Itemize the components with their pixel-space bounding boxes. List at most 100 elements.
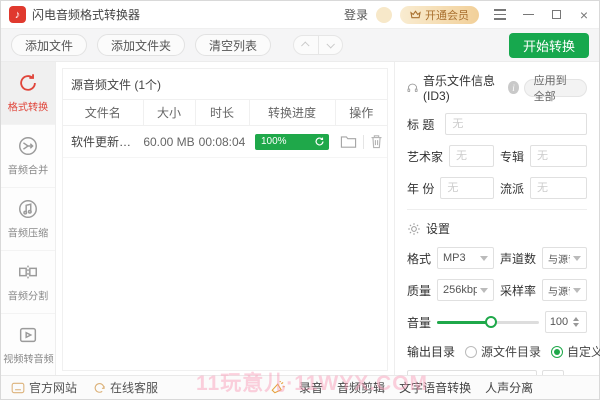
chevron-down-icon [573, 288, 581, 293]
artist-field[interactable] [449, 145, 494, 167]
maximize-icon[interactable] [549, 8, 563, 22]
output-dir-label: 输出目录 [407, 343, 455, 360]
cell-operations [335, 126, 387, 158]
col-header-filename: 文件名 [63, 100, 143, 126]
quick-link-audio-edit[interactable]: 音频剪辑 [337, 379, 385, 396]
year-field-label: 年 份 [407, 180, 434, 197]
volume-label: 音量 [407, 314, 431, 331]
window-controls: × [493, 8, 591, 22]
avatar[interactable] [376, 7, 392, 23]
headset-icon [93, 381, 106, 394]
channels-label: 声道数 [500, 250, 536, 267]
album-field[interactable] [530, 145, 587, 167]
genre-field-label: 流派 [500, 180, 524, 197]
sidebar-item-audio-merge[interactable]: 音频合并 [1, 125, 55, 188]
add-folder-button[interactable]: 添加文件夹 [97, 34, 185, 56]
online-service-link[interactable]: 在线客服 [93, 379, 158, 396]
sidebar-item-label: 格式转换 [8, 99, 48, 114]
file-list-area: 源音频文件 (1个) 文件名 大小 时长 转换进度 操作 软件更新流程.mp4 [56, 62, 394, 377]
open-folder-button[interactable] [340, 134, 357, 149]
compress-icon [17, 198, 39, 220]
format-label: 格式 [407, 250, 431, 267]
album-field-label: 专辑 [500, 148, 524, 165]
quick-link-record[interactable]: 录音 [299, 379, 323, 396]
artist-field-label: 艺术家 [407, 148, 443, 165]
app-title: 闪电音频格式转换器 [32, 6, 140, 23]
start-convert-button[interactable]: 开始转换 [509, 33, 589, 58]
year-field[interactable] [440, 177, 494, 199]
slider-handle[interactable] [485, 316, 497, 328]
volume-numbox [545, 311, 587, 333]
gear-icon [407, 222, 421, 236]
title-field[interactable] [445, 113, 587, 135]
app-logo-icon: ♪ [9, 6, 26, 23]
file-table: 文件名 大小 时长 转换进度 操作 软件更新流程.mp4 60.00 MB 00… [63, 99, 387, 158]
sidebar-item-audio-split[interactable]: 音频分割 [1, 251, 55, 314]
converting-refresh-icon [314, 136, 325, 147]
sidebar-item-label: 音频分割 [8, 288, 48, 303]
cell-filename: 软件更新流程.mp4 [63, 126, 143, 158]
video-icon [17, 324, 39, 346]
quick-link-tts[interactable]: 文字语音转换 [399, 379, 471, 396]
cell-progress: 100% [249, 126, 335, 158]
cell-duration: 00:08:04 [195, 126, 249, 158]
menu-icon[interactable] [493, 8, 507, 22]
website-icon [11, 382, 25, 394]
progress-bar: 100% [255, 134, 329, 150]
chevron-down-icon [480, 256, 488, 261]
title-field-label: 标 题 [407, 116, 439, 133]
sidebar-item-format-convert[interactable]: 格式转换 [1, 62, 55, 125]
col-header-ops: 操作 [335, 100, 387, 126]
vip-button[interactable]: 开通会员 [400, 6, 479, 24]
login-link[interactable]: 登录 [344, 6, 368, 23]
close-icon[interactable]: × [577, 8, 591, 22]
right-panel: 音乐文件信息 (ID3) i 应用到全部 标 题 艺术家 专辑 年 份 [394, 62, 599, 377]
sidebar-item-label: 音频合并 [8, 162, 48, 177]
volume-input[interactable] [546, 316, 572, 328]
sidebar-item-label: 音频压缩 [8, 225, 48, 240]
format-select[interactable]: MP3 [437, 247, 494, 269]
refresh-icon [17, 72, 39, 94]
genre-field[interactable] [530, 177, 587, 199]
channels-select[interactable]: 与源音频一致 [542, 247, 587, 269]
col-header-progress: 转换进度 [249, 100, 335, 126]
headphones-icon [407, 81, 418, 94]
settings-section-title: 设置 [426, 220, 450, 237]
volume-slider[interactable] [437, 315, 539, 329]
col-header-duration: 时长 [195, 100, 249, 126]
quality-select[interactable]: 256kbps [437, 279, 494, 301]
apply-to-all-button[interactable]: 应用到全部 [524, 79, 587, 97]
chevron-down-icon [480, 288, 488, 293]
sidebar-item-audio-compress[interactable]: 音频压缩 [1, 188, 55, 251]
sidebar-item-video-to-audio[interactable]: 视频转音频 [1, 314, 55, 377]
split-icon [17, 261, 39, 283]
samplerate-select[interactable]: 与源音频一致 [542, 279, 587, 301]
megaphone-icon [270, 381, 285, 394]
radio-checked-icon [551, 346, 563, 358]
radio-source-dir[interactable]: 源文件目录 [465, 343, 541, 360]
progress-value: 100% [261, 136, 314, 147]
radio-icon [465, 346, 477, 358]
move-down-button[interactable] [319, 36, 343, 54]
vip-label: 开通会员 [425, 7, 469, 23]
trash-icon [370, 134, 383, 149]
clear-list-button[interactable]: 清空列表 [195, 34, 271, 56]
samplerate-label: 采样率 [500, 282, 536, 299]
table-row[interactable]: 软件更新流程.mp4 60.00 MB 00:08:04 100% [63, 126, 387, 158]
statusbar: 官方网站 在线客服 录音 音频剪辑 文字语音转换 人声分离 [1, 375, 599, 399]
spin-down-icon[interactable] [573, 323, 579, 327]
quality-label: 质量 [407, 282, 431, 299]
folder-icon [340, 134, 357, 149]
sidebar: 格式转换 音频合并 音频压缩 音频分割 视频转音频 [1, 62, 56, 377]
minimize-icon[interactable] [521, 8, 535, 22]
delete-file-button[interactable] [370, 134, 383, 149]
quick-link-vocal-split[interactable]: 人声分离 [485, 379, 533, 396]
radio-custom-dir[interactable]: 自定义目录 [551, 343, 600, 360]
info-icon[interactable]: i [508, 81, 518, 94]
spin-up-icon[interactable] [573, 317, 579, 321]
id3-section-title: 音乐文件信息 (ID3) [423, 72, 503, 103]
add-file-button[interactable]: 添加文件 [11, 34, 87, 56]
cell-size: 60.00 MB [143, 126, 195, 158]
official-site-link[interactable]: 官方网站 [11, 379, 77, 396]
move-up-button[interactable] [294, 36, 318, 54]
